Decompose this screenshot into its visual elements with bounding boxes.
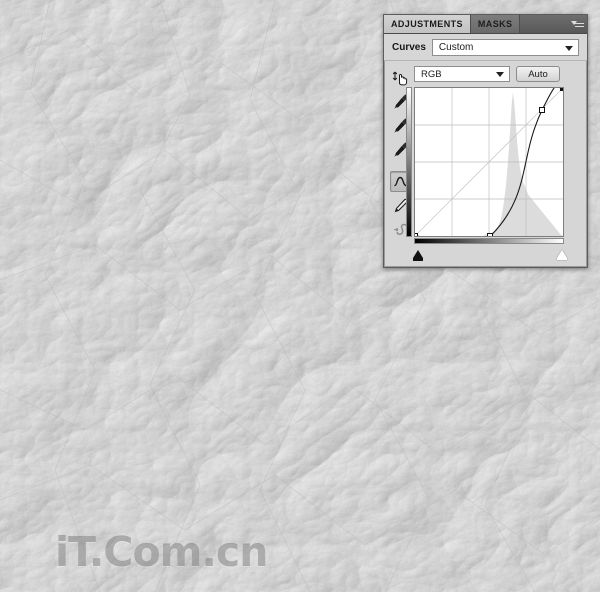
black-point-slider-handle[interactable] xyxy=(413,250,423,261)
adjustments-panel: ADJUSTMENTS MASKS Curves Custom RGB Auto xyxy=(383,14,588,268)
input-gradient-strip xyxy=(414,238,564,244)
on-image-adjustment-icon[interactable] xyxy=(390,67,412,88)
screenshot-root: iT.Com.cn ADJUSTMENTS MASKS Curves Custo… xyxy=(0,0,600,592)
curve-point-handle[interactable] xyxy=(487,233,494,236)
channel-dropdown-value: RGB xyxy=(421,68,442,80)
channel-row: RGB Auto xyxy=(414,66,581,82)
chevron-down-icon xyxy=(565,45,573,51)
tab-masks-label: MASKS xyxy=(477,19,513,29)
curves-body: RGB Auto xyxy=(384,61,587,261)
channel-dropdown[interactable]: RGB xyxy=(414,66,510,82)
white-point-slider-handle[interactable] xyxy=(557,250,567,260)
curve-graph[interactable] xyxy=(414,87,564,237)
tab-bar-filler xyxy=(520,15,567,33)
curve-graph-wrapper xyxy=(406,87,567,261)
curve-control-points[interactable] xyxy=(415,88,563,236)
curve-point-handle[interactable] xyxy=(539,107,546,114)
panel-menu-button[interactable] xyxy=(567,15,587,33)
tab-adjustments-label: ADJUSTMENTS xyxy=(391,19,463,29)
preset-dropdown-value: Custom xyxy=(438,42,474,53)
curve-point-handle[interactable] xyxy=(560,88,563,91)
tab-adjustments[interactable]: ADJUSTMENTS xyxy=(384,15,471,33)
auto-button-label: Auto xyxy=(528,68,548,80)
curve-point-handle[interactable] xyxy=(415,233,418,236)
panel-menu-icon xyxy=(570,20,584,29)
chevron-down-icon xyxy=(496,72,504,77)
site-watermark: iT.Com.cn xyxy=(55,528,268,576)
black-white-point-sliders[interactable] xyxy=(413,249,567,261)
output-gradient-strip xyxy=(406,87,412,237)
curves-right-column: RGB Auto xyxy=(406,65,581,261)
panel-tab-bar: ADJUSTMENTS MASKS xyxy=(384,15,587,34)
hand-target-glyph xyxy=(392,71,408,85)
adjustment-header-row: Curves Custom xyxy=(384,34,587,61)
adjustment-title: Curves xyxy=(392,42,426,53)
preset-dropdown[interactable]: Custom xyxy=(431,39,579,56)
tab-masks[interactable]: MASKS xyxy=(470,15,521,33)
auto-button[interactable]: Auto xyxy=(516,66,560,82)
